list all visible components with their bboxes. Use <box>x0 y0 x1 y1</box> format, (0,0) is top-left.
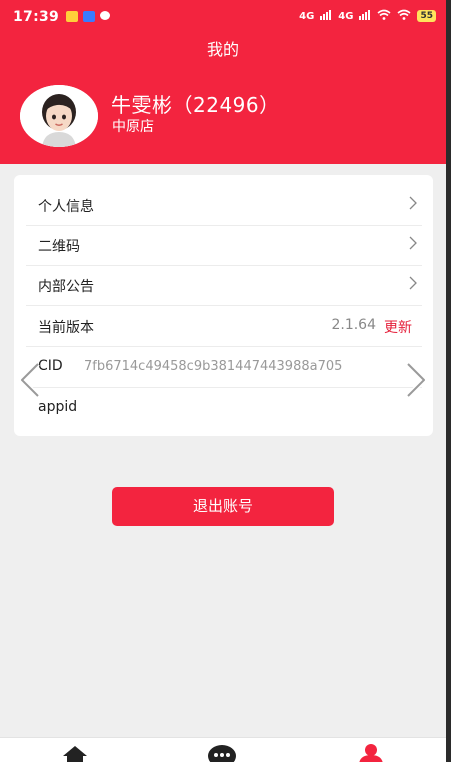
message-notification-icon <box>100 11 110 20</box>
menu-item-qrcode[interactable]: 二维码 <box>26 225 422 266</box>
home-icon[interactable] <box>60 744 90 762</box>
network-indicator: 4G <box>338 10 354 22</box>
settings-card: 个人信息 二维码 内部公告 当前版本 2.1.64 更新 CID 7fb6714… <box>14 175 433 436</box>
version-value: 2.1.64 <box>331 317 376 333</box>
menu-item-label: 二维码 <box>38 239 80 255</box>
version-label: 当前版本 <box>38 320 94 336</box>
signal-icon <box>359 9 371 23</box>
next-arrow-icon[interactable] <box>398 360 430 400</box>
appid-row: appid <box>26 388 422 428</box>
chevron-right-icon <box>408 194 418 212</box>
chat-icon[interactable] <box>207 744 237 762</box>
menu-item-personal-info[interactable]: 个人信息 <box>26 185 422 226</box>
version-row: 当前版本 2.1.64 更新 <box>26 306 422 347</box>
chevron-right-icon <box>408 274 418 292</box>
chevron-right-icon <box>408 234 418 252</box>
status-bar: 17:39 4G 4G 55 <box>0 0 446 34</box>
page-title: 我的 <box>206 40 239 59</box>
update-button[interactable]: 更新 <box>384 317 412 337</box>
profile-screen: 17:39 4G 4G 55 我的 牛雯彬（22496） 中原店 个人信息 二维… <box>0 0 451 762</box>
logout-button[interactable]: 退出账号 <box>112 487 334 526</box>
app-notification-icon <box>66 11 78 22</box>
profile-icon[interactable] <box>356 744 386 762</box>
network-indicator: 4G <box>299 10 315 22</box>
status-time: 17:39 <box>13 9 60 25</box>
cid-row: CID 7fb6714c49458c9b381447443988a705 <box>26 347 422 388</box>
tab-bar <box>0 737 446 762</box>
prev-arrow-icon[interactable] <box>16 360 48 400</box>
profile-header: 17:39 4G 4G 55 我的 牛雯彬（22496） 中原店 <box>0 0 446 164</box>
menu-item-announcements[interactable]: 内部公告 <box>26 265 422 306</box>
frame-edge <box>446 0 451 762</box>
store-name: 中原店 <box>112 119 154 135</box>
user-name: 牛雯彬（22496） <box>111 93 280 117</box>
menu-item-label: 内部公告 <box>38 279 94 295</box>
signal-icon <box>320 9 332 23</box>
app-notification-icon <box>83 11 95 22</box>
status-indicators: 4G 4G 55 <box>299 9 436 23</box>
notification-icons <box>66 11 110 22</box>
appid-label: appid <box>38 399 78 415</box>
battery-indicator: 55 <box>417 10 436 22</box>
avatar[interactable] <box>20 85 98 147</box>
wifi-icon <box>377 9 391 23</box>
cid-value[interactable]: 7fb6714c49458c9b381447443988a705 <box>84 359 342 374</box>
menu-item-label: 个人信息 <box>38 199 94 215</box>
wifi-icon <box>397 9 411 23</box>
